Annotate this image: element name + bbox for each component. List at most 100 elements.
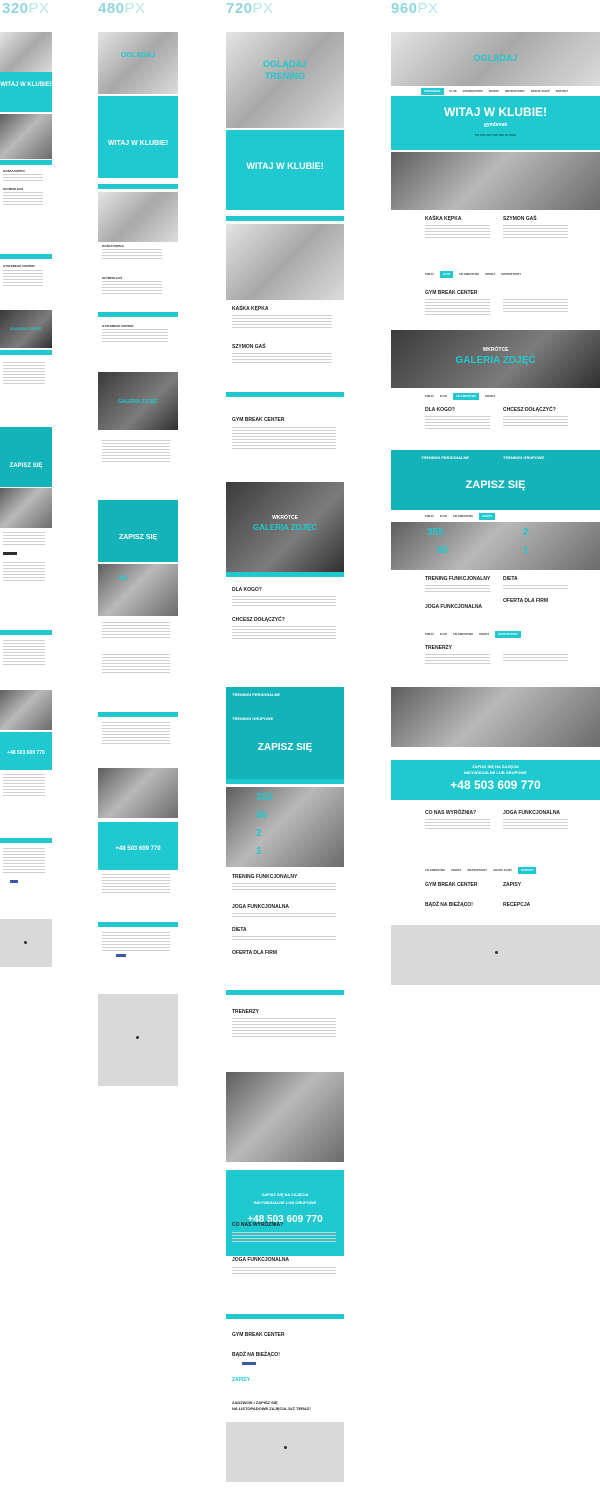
nav-item[interactable]: OFERTA [451, 869, 461, 872]
nav-item[interactable]: KLUB [440, 515, 447, 518]
section-nav[interactable]: POKAŻ KLUB CZŁONKOSTWO OFERTA [391, 392, 600, 400]
nav-item[interactable]: POKAŻ [425, 395, 434, 398]
text-block [232, 936, 336, 942]
nav-bar[interactable] [0, 838, 52, 843]
map[interactable] [391, 925, 600, 985]
club-title: GYM BREAK CENTER [232, 417, 285, 423]
section-nav[interactable]: POKAŻ KLUB CZŁONKOSTWO OFERTA INSTRUKTOR… [391, 630, 600, 638]
schedule-yoga: JOGA FUNKCJONALNA [503, 810, 561, 816]
nav-item[interactable]: OFERTA [485, 273, 495, 276]
nav-item[interactable]: CZŁONKOSTWO [425, 869, 445, 872]
instructors-title: TRENERZY [425, 645, 452, 651]
stat-number: 90 [256, 810, 268, 821]
nav-item[interactable]: KLUB [440, 633, 447, 636]
offer-personal: TRENINGI PERSONALNE [232, 692, 281, 697]
map[interactable] [226, 1422, 344, 1482]
nav-bar[interactable] [226, 779, 344, 784]
nav-item[interactable]: GRAFIK ZAJĘĆ [493, 869, 512, 872]
gallery-title: GALERIA ZDJĘĆ [252, 523, 318, 532]
nav-item[interactable]: POKAŻ [425, 515, 434, 518]
contact-signup: ZAPISY [503, 882, 522, 888]
trainer-name-2: SZYMON GAŚ [3, 187, 24, 191]
nav-bar[interactable] [226, 392, 344, 397]
facebook-badge[interactable] [242, 1362, 256, 1365]
nav-item[interactable]: INSTRUKTORZY [467, 869, 487, 872]
top-nav[interactable]: KOPIOWANIE KLUB CZŁONKOSTWO OFERTA INSTR… [391, 87, 600, 95]
offer-yoga: JOGA FUNKCJONALNA [232, 904, 290, 910]
nav-item[interactable]: OFERTA [489, 90, 499, 93]
nav-bar[interactable] [226, 572, 344, 577]
nav-bar[interactable] [226, 216, 344, 221]
nav-bar[interactable] [98, 184, 178, 189]
nav-item[interactable]: CZŁONKOSTWO [453, 633, 473, 636]
nav-bar[interactable] [226, 1314, 344, 1319]
nav-item[interactable]: OFERTA [479, 512, 496, 520]
offer-functional: TRENING FUNKCJONALNY [232, 874, 298, 880]
map[interactable] [0, 919, 52, 967]
text-block [3, 270, 43, 288]
nav-bar[interactable] [98, 712, 178, 717]
section-nav[interactable]: CZŁONKOSTWO OFERTA INSTRUKTORZY GRAFIK Z… [391, 866, 600, 874]
section-nav[interactable]: POKAŻ KLUB CZŁONKOSTWO OFERTA [391, 512, 600, 520]
nav-bar[interactable] [98, 922, 178, 927]
nav-item[interactable]: INSTRUKTORZY [501, 273, 521, 276]
nav-item[interactable]: POKAŻ [425, 633, 434, 636]
nav-item[interactable]: INSTRUKTORZY [505, 90, 525, 93]
nav-item[interactable]: CZŁONKOSTWO [459, 273, 479, 276]
schedule-title: CO NAS WYRÓŻNIA? [232, 1222, 284, 1228]
phone-number[interactable]: +48 503 609 770 [98, 846, 178, 852]
offer-yoga: JOGA FUNKCJONALNA [425, 604, 483, 610]
nav-item[interactable]: KONTAKT [518, 866, 537, 874]
text-block [425, 654, 490, 666]
nav-bar[interactable] [0, 350, 52, 355]
nav-bar[interactable] [0, 630, 52, 635]
nav-item[interactable]: CZŁONKOSTWO [453, 515, 473, 518]
breakpoint-label-480: 480PX [98, 0, 146, 17]
nav-item[interactable]: KONTAKT [556, 90, 568, 93]
text-block [425, 225, 490, 240]
nav-item[interactable]: OFERTA [485, 395, 495, 398]
nav-bar[interactable] [0, 160, 52, 165]
hero-promo: PO POLSKU SIĘ NIE KLUBIE [474, 133, 517, 137]
tag[interactable] [3, 552, 17, 555]
nav-item[interactable]: CZŁONKOSTWO [463, 90, 483, 93]
stat-number: 90 [437, 545, 449, 556]
facebook-badge[interactable] [10, 880, 18, 883]
map[interactable] [98, 994, 178, 1086]
nav-bar[interactable] [98, 312, 178, 317]
map-pin-icon [136, 1036, 139, 1039]
text-block [102, 874, 170, 895]
nav-item[interactable]: CZŁONKOSTWO [452, 392, 480, 400]
nav-bar[interactable] [0, 254, 52, 259]
contact-call-2: NA LISTOPADOWE ZAJĘCIA JUŻ TERAZ! [232, 1406, 311, 1411]
facebook-badge[interactable] [116, 954, 126, 957]
nav-item[interactable]: KLUB [440, 395, 447, 398]
welcome-banner: WITAJ W KLUBIE! [226, 130, 344, 210]
gallery-photo: GALERIA ZDJĘĆ [98, 372, 178, 430]
phone-number[interactable]: +48 503 609 770 [391, 778, 600, 792]
nav-item[interactable]: OFERTA [479, 633, 489, 636]
membership-q1: DLA KOGO? [232, 587, 262, 593]
nav-item[interactable]: POKAŻ [425, 273, 434, 276]
nav-item[interactable]: KLUB [450, 90, 457, 93]
membership-q2: CHCESZ DOŁĄCZYĆ? [503, 407, 556, 413]
nav-item[interactable]: KLUB [439, 270, 453, 278]
gallery-title: GALERIA ZDJĘĆ [455, 355, 536, 366]
offer-group: TRENINGI GRUPOWE [232, 716, 274, 721]
schedule-title: CO NAS WYRÓŻNIA? [425, 810, 477, 816]
phone-number[interactable]: +48 503 609 770 [0, 750, 52, 756]
nav-item[interactable]: KOPIOWANIE [421, 87, 444, 95]
text-block [3, 532, 45, 547]
trainers-photo [0, 114, 52, 159]
text-block [425, 299, 490, 317]
zapisz-title: ZAPISZ SIĘ [9, 463, 43, 469]
contact-stay: BĄDŹ NA BIEŻĄCO! [425, 902, 473, 908]
offer-banner: ZAPISZ SIĘ [98, 500, 178, 562]
section-nav[interactable]: POKAŻ KLUB CZŁONKOSTWO OFERTA INSTRUKTOR… [391, 270, 600, 278]
nav-item[interactable]: GRAFIK ZAJĘĆ [531, 90, 550, 93]
text-block [3, 640, 45, 667]
nav-item[interactable]: INSTRUKTORZY [495, 630, 522, 638]
stat-number: 1 [523, 545, 529, 556]
nav-bar[interactable] [226, 990, 344, 995]
stat-number: 2 [523, 527, 529, 538]
